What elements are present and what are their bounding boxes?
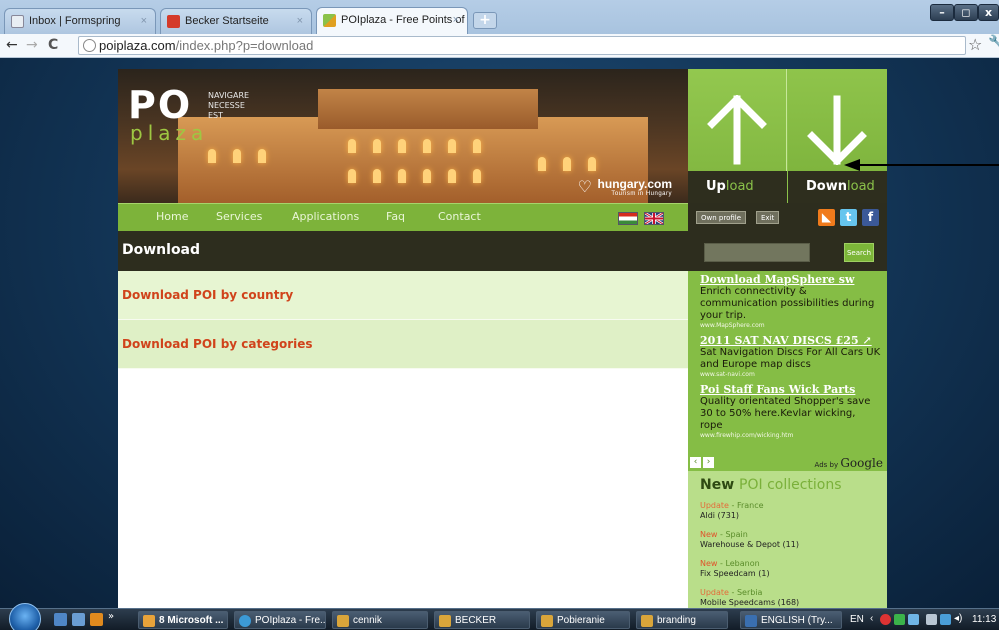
show-desktop-icon[interactable] xyxy=(54,613,67,626)
language-indicator[interactable]: EN xyxy=(850,614,864,625)
building-roof-image xyxy=(318,89,538,129)
search-input[interactable] xyxy=(704,243,810,262)
tab-formspring[interactable]: Inbox | Formspring × xyxy=(4,8,156,34)
sidebar: Download MapSphere sw Enrich connectivit… xyxy=(688,271,887,608)
navigation-bar: ← → C poiplaza.com/index.php?p=download … xyxy=(0,34,999,58)
twitter-icon[interactable]: t xyxy=(840,209,857,226)
taskbar: » 8 Microsoft ... POIplaza - Fre... cenn… xyxy=(0,603,999,630)
forward-arrow-icon[interactable]: → xyxy=(26,37,38,53)
new-tab-button[interactable]: + xyxy=(473,12,497,29)
ads-by-google[interactable]: Ads by Google xyxy=(815,456,883,470)
ad-navigation: ‹ › Ads by Google xyxy=(688,455,887,471)
connection-icon[interactable] xyxy=(940,614,951,625)
reload-icon[interactable]: C xyxy=(48,37,58,53)
ad-item[interactable]: Poi Staff Fans Wick Parts Quality orient… xyxy=(700,383,881,439)
poiplaza-favicon-icon xyxy=(323,14,336,27)
page-title: Download xyxy=(118,231,688,271)
menu-item-services[interactable]: Services xyxy=(216,210,262,223)
network-icon[interactable] xyxy=(908,614,919,625)
address-bar[interactable]: poiplaza.com/index.php?p=download xyxy=(78,36,966,55)
upload-label: Upload xyxy=(688,171,787,203)
logo-plaza[interactable]: plaza xyxy=(130,121,208,145)
collection-item[interactable]: Update - France Aldi (731) xyxy=(700,501,887,521)
collection-item[interactable]: New - Spain Warehouse & Depot (11) xyxy=(700,530,887,550)
download-label: Download xyxy=(788,171,887,203)
task-english[interactable]: ENGLISH (Try... xyxy=(740,611,842,629)
chevron-right-icon[interactable]: » xyxy=(108,611,114,622)
start-button[interactable] xyxy=(9,603,41,630)
down-arrow-icon xyxy=(807,95,867,165)
maximize-button[interactable]: ◻ xyxy=(954,4,978,21)
menu-item-contact[interactable]: Contact xyxy=(438,210,481,223)
formspring-favicon-icon xyxy=(11,15,24,28)
becker-favicon-icon xyxy=(167,15,180,28)
tab-close-icon[interactable]: × xyxy=(297,15,303,27)
main-menu: Home Services Applications Faq Contact xyxy=(118,203,688,231)
ad-prev-icon[interactable]: ‹ xyxy=(690,457,701,468)
task-cennik[interactable]: cennik xyxy=(332,611,428,629)
security-icon[interactable] xyxy=(894,614,905,625)
ads-block: Download MapSphere sw Enrich connectivit… xyxy=(688,271,887,471)
task-branding[interactable]: branding xyxy=(636,611,728,629)
own-profile-button[interactable]: Own profile xyxy=(696,211,747,224)
tab-strip: Inbox | Formspring × Becker Startseite ×… xyxy=(0,0,999,34)
task-poiplaza[interactable]: POIplaza - Fre... xyxy=(234,611,326,629)
heart-icon: ♡ xyxy=(577,177,592,196)
sponsor-hungary[interactable]: hungary.com Tourism in Hungary xyxy=(598,177,672,197)
clock[interactable]: 11:13 xyxy=(972,614,996,625)
logo-motto: NAVIGARE NECESSE EST xyxy=(208,91,250,120)
search-bar: Search xyxy=(688,231,887,271)
menu-item-applications[interactable]: Applications xyxy=(292,210,359,223)
collection-item[interactable]: Update - Serbia Mobile Speedcams (168) xyxy=(700,588,887,608)
collection-item[interactable]: New - Lebanon Fix Speedcam (1) xyxy=(700,559,887,579)
rss-icon[interactable]: ◣ xyxy=(818,209,835,226)
facebook-icon[interactable]: f xyxy=(862,209,879,226)
back-arrow-icon[interactable]: ← xyxy=(6,37,18,53)
up-arrow-icon xyxy=(707,95,767,165)
antivirus-icon[interactable] xyxy=(880,614,891,625)
media-player-icon[interactable] xyxy=(90,613,103,626)
header-banner: PO plaza NAVIGARE NECESSE EST ♡ hungary.… xyxy=(118,69,688,203)
wrench-icon[interactable]: 🔧 xyxy=(988,35,999,51)
collections-title: New POI collections xyxy=(700,477,842,493)
upload-download-panel: Upload Download xyxy=(688,69,887,203)
download-button[interactable]: Download xyxy=(788,69,887,203)
exit-button[interactable]: Exit xyxy=(756,211,780,224)
bookmark-star-icon[interactable]: ☆ xyxy=(968,35,982,54)
upload-button[interactable]: Upload xyxy=(688,69,787,203)
page-viewport: PO plaza NAVIGARE NECESSE EST ♡ hungary.… xyxy=(0,58,999,608)
browser-chrome: Inbox | Formspring × Becker Startseite ×… xyxy=(0,0,999,58)
ad-next-icon[interactable]: › xyxy=(703,457,714,468)
main-content: Download POI by country Download POI by … xyxy=(118,271,688,608)
site-container: PO plaza NAVIGARE NECESSE EST ♡ hungary.… xyxy=(118,69,887,608)
task-becker[interactable]: BECKER xyxy=(434,611,530,629)
tab-close-icon[interactable]: × xyxy=(141,15,147,27)
printer-icon[interactable] xyxy=(926,614,937,625)
tab-poiplaza[interactable]: POIplaza - Free Points of ... × xyxy=(316,7,468,34)
globe-icon xyxy=(83,39,96,52)
tray-expand-icon[interactable]: ‹ xyxy=(870,613,873,624)
task-microsoft[interactable]: 8 Microsoft ... xyxy=(138,611,228,629)
minimize-button[interactable]: – xyxy=(930,4,954,21)
volume-icon[interactable]: ◂) xyxy=(954,613,962,624)
tab-close-icon[interactable]: × xyxy=(453,14,459,26)
search-button[interactable]: Search xyxy=(844,243,874,262)
ad-item[interactable]: Download MapSphere sw Enrich connectivit… xyxy=(700,273,881,329)
switch-windows-icon[interactable] xyxy=(72,613,85,626)
hungary-flag-icon[interactable] xyxy=(618,212,638,225)
download-by-country-link[interactable]: Download POI by country xyxy=(118,271,688,320)
download-by-categories-link[interactable]: Download POI by categories xyxy=(118,320,688,369)
tab-becker[interactable]: Becker Startseite × xyxy=(160,8,312,34)
user-bar: Own profile Exit ◣ t f xyxy=(688,203,887,231)
uk-flag-icon[interactable] xyxy=(644,212,664,225)
menu-item-faq[interactable]: Faq xyxy=(386,210,405,223)
cursor-icon: ↗ xyxy=(862,334,872,347)
system-tray: EN ‹ ◂) 11:13 xyxy=(848,611,999,629)
ad-item[interactable]: 2011 SAT NAV DISCS £25 ↗ Sat Navigation … xyxy=(700,334,881,378)
annotation-arrow-icon xyxy=(844,159,999,171)
menu-item-home[interactable]: Home xyxy=(156,210,188,223)
new-poi-collections: New POI collections Update - France Aldi… xyxy=(688,471,887,608)
close-window-button[interactable]: x xyxy=(978,4,999,21)
task-pobieranie[interactable]: Pobieranie xyxy=(536,611,630,629)
